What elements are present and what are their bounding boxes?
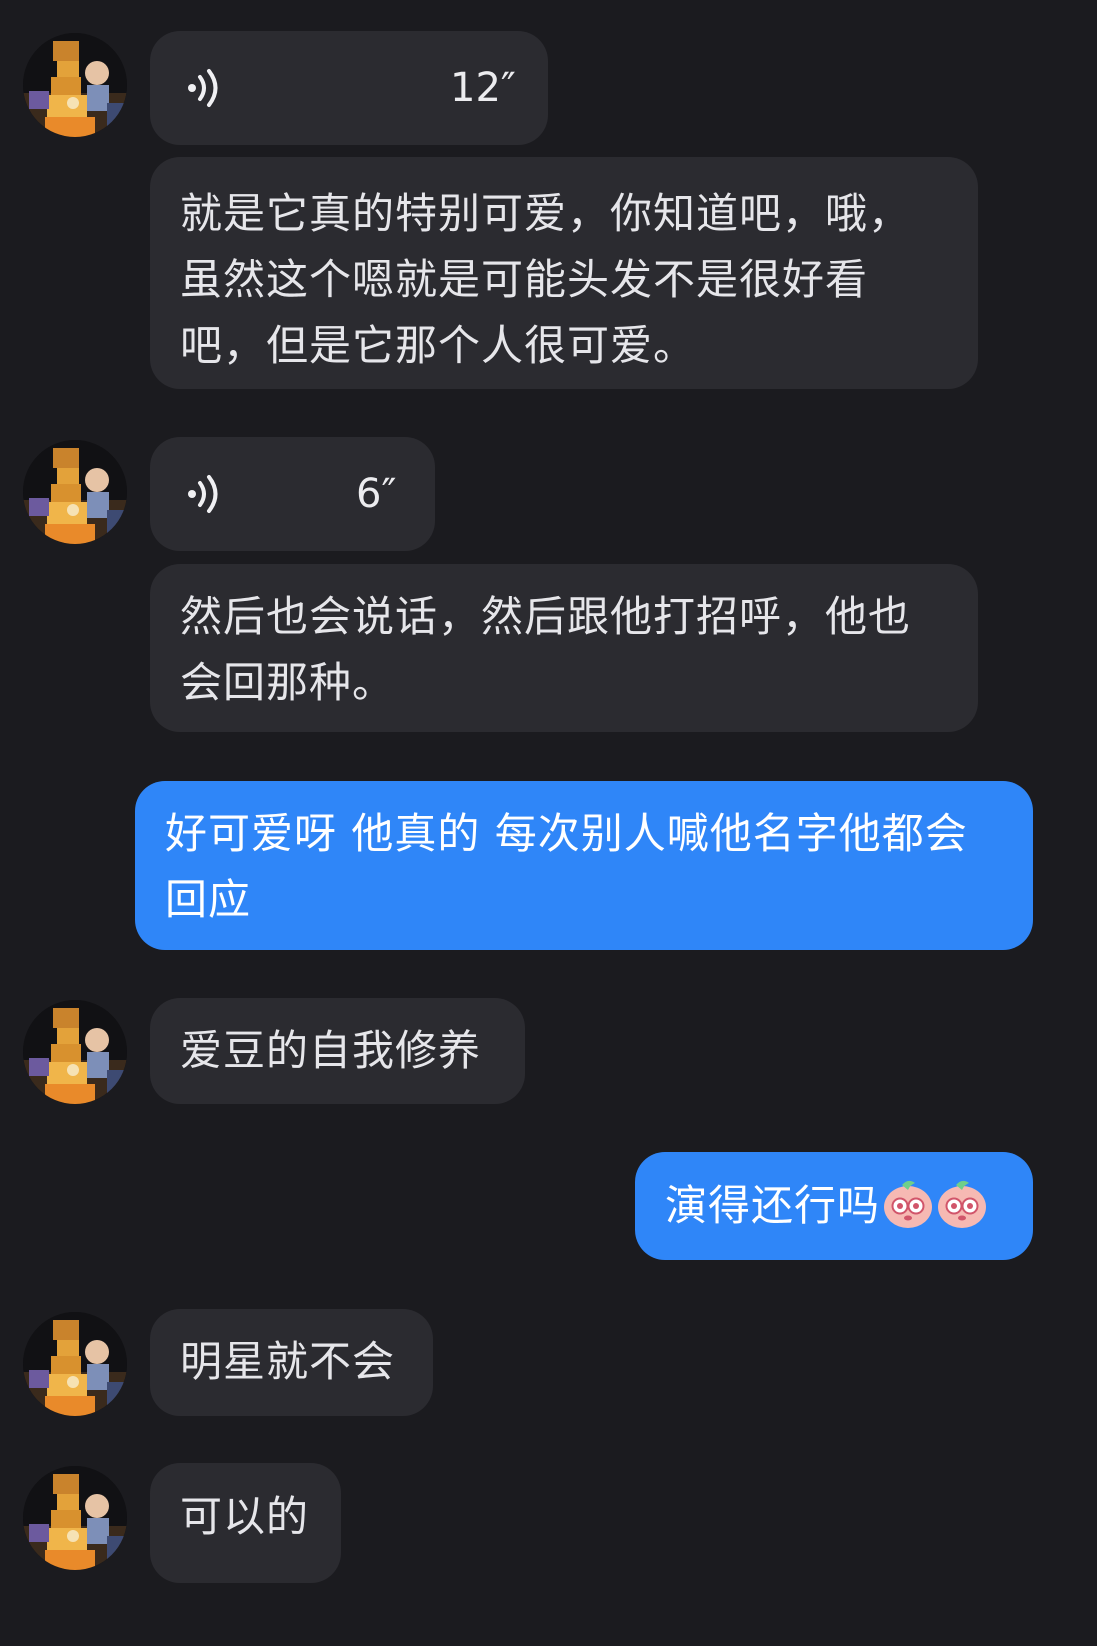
voice-wave-icon bbox=[188, 475, 218, 513]
outgoing-message-bubble[interactable]: 好可爱呀 他真的 每次别人喊他名字他都会 回应 bbox=[135, 781, 1033, 950]
voice-message[interactable]: 6″ bbox=[150, 437, 435, 551]
message-bubble[interactable]: 爱豆的自我修养 bbox=[150, 998, 525, 1104]
voice-duration: 12″ bbox=[450, 65, 516, 111]
message-bubble[interactable]: 可以的 bbox=[150, 1463, 341, 1583]
message-bubble[interactable]: 然后也会说话，然后跟他打招呼，他也 会回那种。 bbox=[150, 564, 978, 732]
contact-avatar[interactable] bbox=[23, 1312, 127, 1416]
message-bubble[interactable]: 就是它真的特别可爱，你知道吧，哦， 虽然这个嗯就是可能头发不是很好看 吧，但是它… bbox=[150, 157, 978, 389]
voice-wave-icon bbox=[188, 69, 218, 107]
contact-avatar[interactable] bbox=[23, 440, 127, 544]
contact-avatar[interactable] bbox=[23, 33, 127, 137]
message-text: 演得还行吗 bbox=[665, 1181, 881, 1230]
contact-avatar[interactable] bbox=[23, 1466, 127, 1570]
message-bubble[interactable]: 明星就不会 bbox=[150, 1309, 433, 1416]
voice-duration: 6″ bbox=[356, 471, 397, 517]
contact-avatar[interactable] bbox=[23, 1000, 127, 1104]
outgoing-message-bubble[interactable]: 演得还行吗 bbox=[635, 1152, 1033, 1260]
peach-face-emoji-icon bbox=[937, 1179, 988, 1229]
peach-face-emoji-icon bbox=[883, 1179, 934, 1229]
voice-message[interactable]: 12″ bbox=[150, 31, 548, 145]
